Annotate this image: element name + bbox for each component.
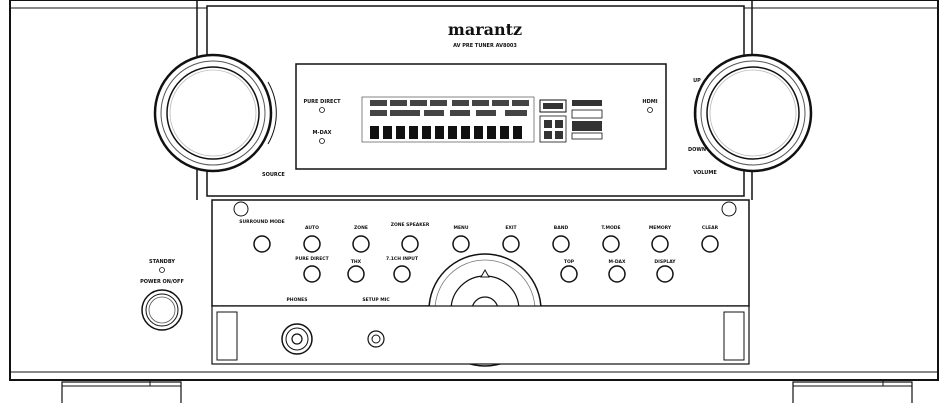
surround-mode-label: SURROUND MODE (239, 219, 285, 225)
panel-door-screw-right (721, 201, 737, 217)
band-button[interactable] (552, 235, 570, 253)
standby-led (159, 267, 165, 273)
band-label: BAND (554, 225, 569, 231)
bay-tab-right (723, 311, 745, 361)
7-1ch-input-label: 7.1CH INPUT (386, 256, 419, 262)
input-selector-knob[interactable] (153, 53, 273, 173)
m-dax-indicator-label: M-DAX (313, 130, 332, 136)
7-1ch-input-button[interactable] (393, 265, 411, 283)
menu-button[interactable] (452, 235, 470, 253)
auto-button[interactable] (303, 235, 321, 253)
exit-label: EXIT (505, 225, 517, 231)
pure-direct-label: PURE DIRECT (295, 256, 329, 262)
pure-direct-led (319, 107, 325, 113)
panel-door-screw-left (233, 201, 249, 217)
volume-down-label: DOWN (688, 147, 706, 153)
hdmi-indicator-label: HDMI (642, 99, 657, 105)
memory-button[interactable] (651, 235, 669, 253)
menu-label: MENU (454, 225, 469, 231)
volume-label: VOLUME (693, 170, 717, 176)
memory-label: MEMORY (649, 225, 672, 231)
zone-button[interactable] (352, 235, 370, 253)
brand-logo: marantz (448, 20, 522, 39)
t-mode-button[interactable] (602, 235, 620, 253)
m-dax-led (319, 138, 325, 144)
receiver-front-panel: marantz AV PRE TUNER AV8003 PURE DIRECT … (9, 0, 939, 403)
standby-label: STANDBY (149, 259, 175, 265)
left-foot (61, 380, 182, 403)
power-label: POWER ON/OFF (140, 279, 184, 285)
right-foot (792, 380, 913, 403)
volume-knob[interactable] (693, 53, 813, 173)
m-dax-button-label: M-DAX (608, 259, 626, 265)
bay-tab-left (216, 311, 238, 361)
auto-label: AUTO (305, 225, 319, 231)
pure-direct-button[interactable] (303, 265, 321, 283)
top-label: TOP (564, 259, 575, 265)
pure-direct-indicator-label: PURE DIRECT (303, 99, 341, 105)
display-label: DISPLAY (654, 259, 676, 265)
model-name: AV PRE TUNER AV8003 (453, 43, 517, 49)
zone-speaker-label: ZONE SPEAKER (391, 222, 430, 228)
volume-up-label: UP (693, 78, 701, 84)
hdmi-led (647, 107, 653, 113)
phones-label: PHONES (287, 297, 308, 303)
clear-label: CLEAR (702, 225, 719, 231)
display-button[interactable] (656, 265, 674, 283)
zone-speaker-button[interactable] (401, 235, 419, 253)
thx-button[interactable] (347, 265, 365, 283)
top-button[interactable] (560, 265, 578, 283)
surround-mode-button[interactable] (253, 235, 271, 253)
thx-label: THX (351, 259, 362, 265)
setup-mic-label: SETUP MIC (362, 297, 390, 303)
t-mode-label: T.MODE (601, 225, 620, 231)
m-dax-button[interactable] (608, 265, 626, 283)
clear-button[interactable] (701, 235, 719, 253)
exit-button[interactable] (502, 235, 520, 253)
source-knob-label: SOURCE (262, 172, 285, 178)
zone-label: ZONE (354, 225, 368, 231)
